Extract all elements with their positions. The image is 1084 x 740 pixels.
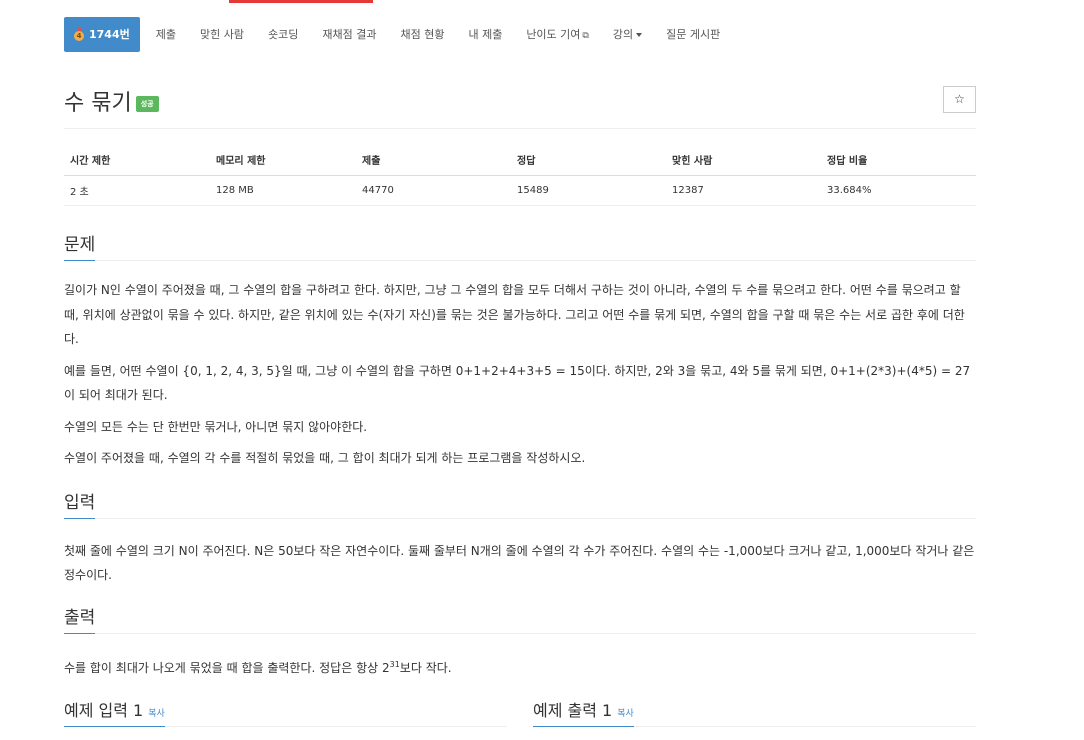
favorite-star-button[interactable]: ☆ (943, 86, 976, 113)
output-heading: 출력 (64, 603, 96, 634)
nav-difficulty-label: 난이도 기여 (526, 28, 581, 41)
problem-section-head: 문제 (64, 230, 976, 261)
problem-heading: 문제 (64, 230, 96, 261)
stats-solved: 12387 (666, 175, 821, 206)
sample-output-col: 예제 출력 1 복사 (533, 696, 976, 727)
nav-problem-number[interactable]: 4 1744번 (64, 17, 140, 52)
stats-header-time-limit: 시간 제한 (64, 148, 210, 176)
star-icon: ☆ (954, 92, 965, 106)
input-paragraph: 첫째 줄에 수열의 크기 N이 주어진다. N은 50보다 작은 자연수이다. … (64, 543, 975, 583)
stats-header-submissions: 제출 (356, 148, 511, 176)
nav-rejudge[interactable]: 재채점 결과 (310, 17, 388, 52)
problem-section: 문제 길이가 N인 수열이 주어졌을 때, 그 수열의 합을 구하려고 한다. … (64, 230, 976, 471)
stats-header-memory-limit: 메모리 제한 (210, 148, 356, 176)
stats-accepted: 15489 (511, 175, 666, 206)
nav-lectures-dropdown[interactable]: 강의 (601, 17, 654, 52)
input-section-head: 입력 (64, 488, 976, 519)
stats-memory-limit: 128 MB (210, 175, 356, 206)
problem-paragraph-4: 수열이 주어졌을 때, 수열의 각 수를 적절히 묶었을 때, 그 합이 최대가… (64, 451, 586, 465)
stats-header-row: 시간 제한 메모리 제한 제출 정답 맞힌 사람 정답 비율 (64, 148, 976, 176)
sample-input-head: 예제 입력 1 복사 (64, 696, 507, 727)
output-section: 출력 수를 합이 최대가 나오게 묶었을 때 합을 출력한다. 정답은 항상 2… (64, 603, 976, 681)
nav-lectures-label: 강의 (612, 28, 634, 41)
external-link-icon: ⧉ (582, 31, 589, 41)
sample-input-heading: 예제 입력 1 복사 (64, 697, 165, 727)
copy-sample-output-link[interactable]: 복사 (617, 709, 634, 719)
problem-paragraph-2: 예를 들면, 어떤 수열이 {0, 1, 2, 4, 3, 5}일 때, 그냥 … (64, 363, 971, 403)
stats-time-limit: 2 초 (64, 175, 210, 206)
stats-header-accepted: 정답 (511, 148, 666, 176)
output-body: 수를 합이 최대가 나오게 묶었을 때 합을 출력한다. 정답은 항상 231보… (64, 634, 976, 681)
nav-question-board[interactable]: 질문 게시판 (654, 17, 732, 52)
nav-my-submissions[interactable]: 내 제출 (456, 17, 514, 52)
problem-paragraph-3: 수열의 모든 수는 단 한번만 묶거나, 아니면 묶지 않아야한다. (64, 419, 368, 434)
nav-short-coding[interactable]: 숏코딩 (256, 17, 310, 52)
problem-nav: 4 1744번 제출 맞힌 사람 숏코딩 재채점 결과 채점 현황 내 제출 난… (64, 17, 976, 52)
samples-row: 예제 입력 1 복사 예제 출력 1 복사 (64, 696, 976, 727)
input-body: 첫째 줄에 수열의 크기 N이 주어진다. N은 50보다 작은 자연수이다. … (64, 519, 976, 588)
stats-header-ratio: 정답 비율 (821, 148, 976, 176)
sample-input-col: 예제 입력 1 복사 (64, 696, 507, 727)
sample-output-head: 예제 출력 1 복사 (533, 696, 976, 727)
nav-status[interactable]: 채점 현황 (388, 17, 456, 52)
nav-difficulty[interactable]: 난이도 기여 ⧉ (514, 17, 601, 52)
copy-sample-input-link[interactable]: 복사 (148, 709, 165, 719)
problem-stats-table: 시간 제한 메모리 제한 제출 정답 맞힌 사람 정답 비율 2 초 128 M… (64, 148, 976, 206)
title-row: 수 묶기 성공 ☆ (64, 85, 976, 129)
status-badge: 성공 (135, 96, 159, 112)
top-accent-strip (229, 0, 373, 3)
stats-submissions: 44770 (356, 175, 511, 206)
output-section-head: 출력 (64, 603, 976, 634)
problem-body: 길이가 N인 수열이 주어졌을 때, 그 수열의 합을 구하려고 한다. 하지만… (64, 261, 976, 471)
stats-value-row: 2 초 128 MB 44770 15489 12387 33.684% (64, 175, 976, 206)
main-container: 4 1744번 제출 맞힌 사람 숏코딩 재채점 결과 채점 현황 내 제출 난… (64, 17, 976, 727)
stats-ratio: 33.684% (821, 175, 976, 206)
stats-header-solved: 맞힌 사람 (666, 148, 821, 176)
input-section: 입력 첫째 줄에 수열의 크기 N이 주어진다. N은 50보다 작은 자연수이… (64, 488, 976, 588)
nav-problem-number-label: 1744번 (89, 28, 130, 41)
input-heading: 입력 (64, 488, 96, 519)
sample-output-heading: 예제 출력 1 복사 (533, 697, 634, 727)
problem-paragraph-1: 길이가 N인 수열이 주어졌을 때, 그 수열의 합을 구하려고 한다. 하지만… (64, 283, 965, 346)
output-paragraph: 수를 합이 최대가 나오게 묶었을 때 합을 출력한다. 정답은 항상 231보… (64, 659, 452, 675)
medal-icon: 4 (74, 27, 84, 42)
nav-submit[interactable]: 제출 (144, 17, 188, 52)
caret-down-icon (636, 33, 643, 37)
nav-solved-users[interactable]: 맞힌 사람 (188, 17, 256, 52)
page-title: 수 묶기 (64, 91, 132, 116)
